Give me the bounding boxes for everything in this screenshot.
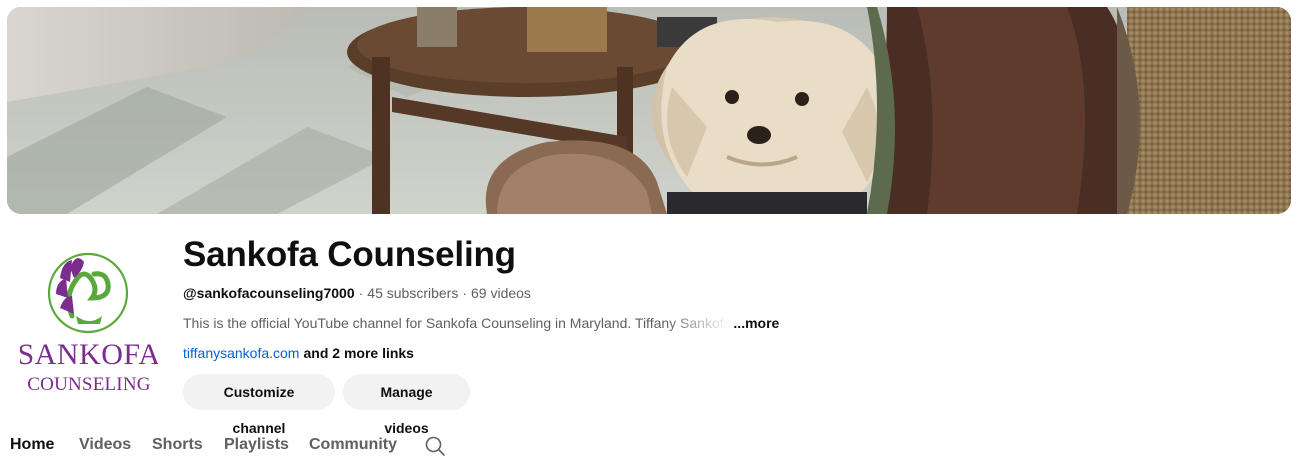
subscriber-count: 45 subscribers	[367, 285, 459, 301]
channel-page: SANKOFA COUNSELING Sankofa Counseling @s…	[0, 0, 1296, 458]
manage-videos-button[interactable]: Manage videos	[343, 374, 470, 436]
banner-image	[7, 7, 1291, 214]
logo-text-line2: COUNSELING	[27, 374, 150, 395]
channel-avatar[interactable]: SANKOFA COUNSELING	[18, 238, 160, 402]
description-text: This is the official YouTube channel for…	[183, 315, 732, 331]
tab-community[interactable]: Community	[309, 432, 397, 458]
logo-text-line1: SANKOFA	[20, 338, 158, 371]
channel-handle: @sankofacounseling7000	[183, 285, 355, 301]
description-more-button[interactable]: ...more	[733, 313, 779, 333]
meta-separator: ·	[462, 285, 467, 301]
tab-playlists[interactable]: Playlists	[224, 432, 289, 458]
tab-shorts[interactable]: Shorts	[152, 432, 203, 458]
video-count: 69 videos	[471, 285, 531, 301]
search-icon[interactable]	[424, 435, 446, 457]
channel-tabs: Home Videos Shorts Playlists Community	[0, 432, 460, 458]
channel-description[interactable]: This is the official YouTube channel for…	[183, 313, 803, 333]
tab-videos[interactable]: Videos	[79, 432, 131, 458]
channel-title: Sankofa Counseling	[183, 235, 516, 274]
more-links-button[interactable]: and 2 more links	[303, 345, 413, 361]
channel-banner	[7, 7, 1291, 214]
sankofa-logo-image: SANKOFA COUNSELING	[18, 252, 160, 395]
channel-meta: @sankofacounseling7000 · 45 subscribers · 69…	[183, 283, 531, 303]
channel-links: tiffanysankofa.com and 2 more links	[183, 343, 414, 363]
customize-channel-button[interactable]: Customize channel	[183, 374, 335, 436]
website-link[interactable]: tiffanysankofa.com	[183, 345, 299, 361]
tab-home[interactable]: Home	[10, 432, 54, 458]
meta-separator: ·	[358, 285, 364, 301]
